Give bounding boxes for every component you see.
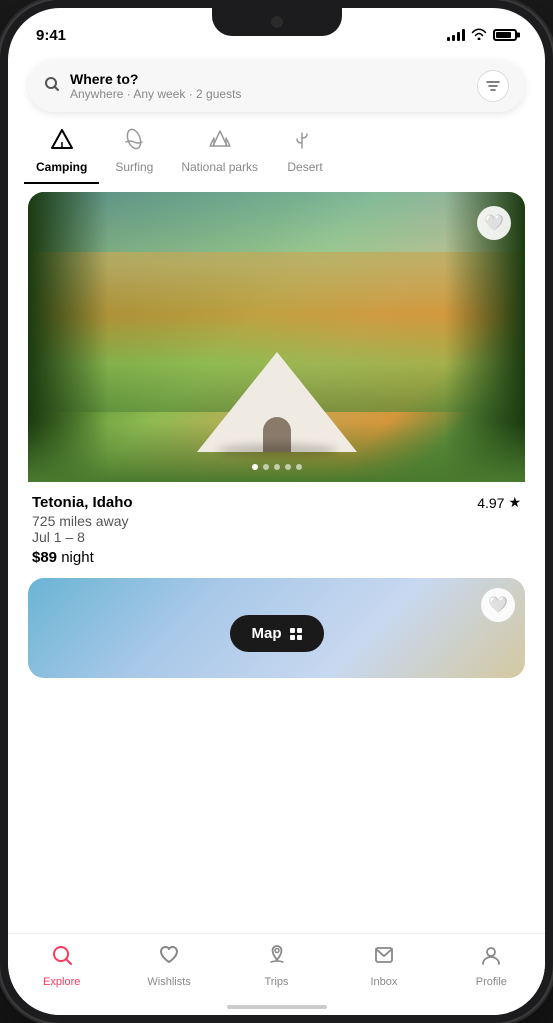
camping-label: Camping xyxy=(36,160,87,174)
second-wishlist-button[interactable]: 🤍 xyxy=(481,588,515,622)
profile-label: Profile xyxy=(476,976,507,988)
listing-card[interactable]: 🤍 Tetonia, Idaho 4.97 xyxy=(28,192,525,570)
surfing-label: Surfing xyxy=(115,160,153,174)
tab-camping[interactable]: Camping xyxy=(24,120,99,184)
notch xyxy=(212,8,342,36)
phone-frame: 9:41 xyxy=(0,0,553,1023)
trips-label: Trips xyxy=(264,976,288,988)
profile-icon xyxy=(480,944,502,972)
surfing-icon xyxy=(122,128,146,156)
signal-icon xyxy=(447,29,465,41)
tent-scene xyxy=(197,322,357,452)
image-pagination xyxy=(252,464,302,470)
nav-trips[interactable]: Trips xyxy=(223,944,330,988)
inbox-label: Inbox xyxy=(370,976,397,988)
search-icon xyxy=(44,76,60,97)
listing-image: 🤍 xyxy=(28,192,525,482)
time-display: 9:41 xyxy=(36,27,66,44)
tab-national-parks[interactable]: National parks xyxy=(169,120,270,184)
dot-3 xyxy=(274,464,280,470)
nav-explore[interactable]: Explore xyxy=(8,944,115,988)
wifi-icon xyxy=(471,28,487,43)
search-subtitle: Anywhere · Any week · 2 guests xyxy=(70,87,241,101)
listing-rating: 4.97 ★ xyxy=(477,494,521,511)
map-label: Map xyxy=(252,625,282,642)
tab-surfing[interactable]: Surfing xyxy=(99,120,169,184)
battery-icon xyxy=(493,29,517,41)
dot-2 xyxy=(263,464,269,470)
bottom-nav: Explore Wishlists Trips xyxy=(8,933,545,1015)
explore-label: Explore xyxy=(43,976,80,988)
tab-desert[interactable]: Desert xyxy=(270,120,340,184)
dot-5 xyxy=(296,464,302,470)
wishlists-icon xyxy=(158,944,180,972)
desert-label: Desert xyxy=(287,160,322,174)
status-icons xyxy=(447,28,517,43)
camping-icon xyxy=(50,128,74,156)
wishlist-button[interactable]: 🤍 xyxy=(477,206,511,240)
dot-4 xyxy=(285,464,291,470)
trips-icon xyxy=(266,944,288,972)
app-content: Where to? Anywhere · Any week · 2 guests xyxy=(8,52,545,678)
filter-button[interactable] xyxy=(477,70,509,102)
screen: 9:41 xyxy=(8,8,545,1015)
listing-dates: Jul 1 – 8 xyxy=(32,529,521,545)
inbox-icon xyxy=(373,944,395,972)
listing-location: Tetonia, Idaho xyxy=(32,494,133,511)
map-grid-icon xyxy=(290,628,302,640)
listing-info: Tetonia, Idaho 4.97 ★ 725 miles away Jul… xyxy=(28,482,525,570)
national-parks-icon xyxy=(208,128,232,156)
dot-1 xyxy=(252,464,258,470)
wishlists-label: Wishlists xyxy=(147,976,190,988)
explore-icon xyxy=(51,944,73,972)
desert-icon xyxy=(293,128,317,156)
category-tabs: Camping Surfing xyxy=(24,120,529,184)
camera xyxy=(271,16,283,28)
nav-inbox[interactable]: Inbox xyxy=(330,944,437,988)
star-icon: ★ xyxy=(508,494,521,511)
search-title: Where to? xyxy=(70,71,241,87)
home-indicator xyxy=(227,1005,327,1009)
map-button[interactable]: Map xyxy=(230,615,324,652)
national-parks-label: National parks xyxy=(181,160,258,174)
search-bar[interactable]: Where to? Anywhere · Any week · 2 guests xyxy=(28,60,525,112)
nav-profile[interactable]: Profile xyxy=(438,944,545,988)
listing-distance: 725 miles away xyxy=(32,513,521,529)
nav-wishlists[interactable]: Wishlists xyxy=(115,944,222,988)
listing-price: $89 night xyxy=(32,549,521,566)
second-listing-card[interactable]: 🤍 Map xyxy=(28,578,525,678)
